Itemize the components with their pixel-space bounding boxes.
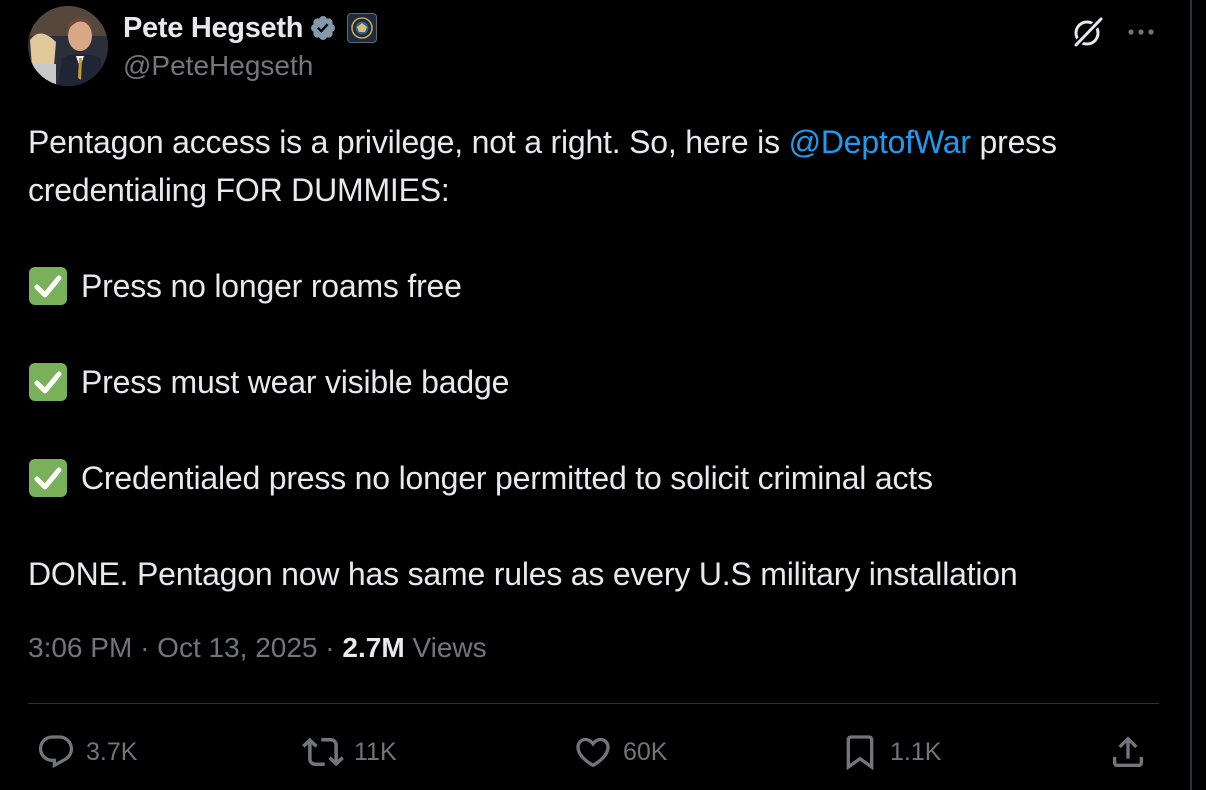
views-label: Views: [412, 632, 487, 663]
reply-button[interactable]: 3.7K: [36, 726, 137, 778]
post-time[interactable]: 3:06 PM: [28, 632, 132, 663]
department-seal-badge[interactable]: [347, 13, 378, 43]
bookmark-button[interactable]: 1.1K: [840, 726, 941, 778]
intro-text-before: Pentagon access is a privilege, not a ri…: [28, 124, 789, 160]
bookmark-count: 1.1K: [890, 737, 942, 766]
meta-separator: ·: [325, 632, 335, 663]
checklist-item-text: Credentialed press no longer permitted t…: [81, 460, 933, 496]
checklist-item: Press no longer roams free: [28, 262, 1159, 310]
post-date[interactable]: Oct 13, 2025: [157, 632, 317, 663]
share-icon: [1113, 736, 1143, 767]
tweet: Pete Hegseth @PeteHegseth Pentagon acces…: [28, 0, 1159, 790]
checklist-item-text: Press must wear visible badge: [81, 364, 510, 400]
like-count: 60K: [623, 737, 668, 766]
avatar[interactable]: [28, 6, 108, 86]
mention-link[interactable]: @DeptofWar: [789, 124, 971, 160]
check-mark-icon: [29, 363, 67, 401]
verified-badge-icon[interactable]: [309, 14, 337, 42]
check-mark-icon: [29, 267, 67, 305]
views-count: 2.7M: [342, 632, 405, 663]
name-row: Pete Hegseth: [123, 10, 378, 46]
grok-icon[interactable]: [1070, 14, 1106, 50]
checklist-item: Credentialed press no longer permitted t…: [28, 454, 1159, 502]
like-button[interactable]: 60K: [573, 726, 667, 778]
handle[interactable]: @PeteHegseth: [123, 50, 313, 82]
checklist-item: Press must wear visible badge: [28, 358, 1159, 406]
tweet-meta: 3:06 PM · Oct 13, 2025 · 2.7M Views: [28, 632, 487, 664]
more-options-icon[interactable]: [1125, 20, 1157, 44]
action-bar: 3.7K 11K 60K 1.1K: [28, 726, 1159, 778]
repost-count: 11K: [354, 737, 397, 766]
closing-paragraph: DONE. Pentagon now has same rules as eve…: [28, 556, 1018, 592]
display-name[interactable]: Pete Hegseth: [123, 12, 303, 45]
repost-button[interactable]: 11K: [302, 726, 397, 778]
share-button[interactable]: [1108, 726, 1148, 778]
check-mark-icon: [29, 459, 67, 497]
reply-count: 3.7K: [86, 737, 138, 766]
heart-icon: [576, 737, 610, 768]
tweet-text: Pentagon access is a privilege, not a ri…: [28, 118, 1159, 598]
intro-paragraph: Pentagon access is a privilege, not a ri…: [28, 118, 1159, 214]
checklist-item-text: Press no longer roams free: [81, 268, 462, 304]
reply-icon: [38, 735, 74, 769]
scroll-divider: [1190, 0, 1192, 790]
repost-icon: [302, 737, 344, 767]
meta-separator: ·: [140, 632, 150, 663]
bookmark-icon: [846, 735, 874, 771]
divider: [28, 703, 1159, 704]
tweet-header: Pete Hegseth @PeteHegseth: [28, 6, 1159, 90]
